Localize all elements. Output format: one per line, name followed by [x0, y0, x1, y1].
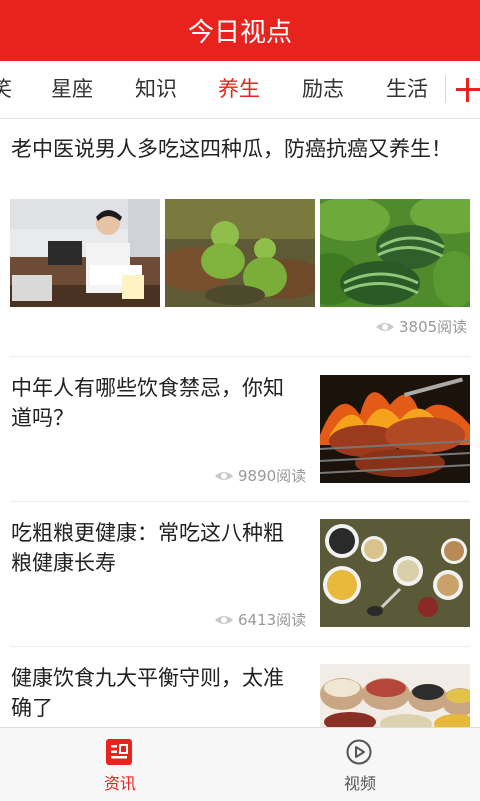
beans-sacks-photo — [320, 664, 470, 727]
article-item[interactable]: 健康饮食九大平衡守则，太准确了 — [0, 647, 480, 727]
view-count: 9890阅读 — [214, 465, 306, 486]
bottom-nav: 资讯 视频 — [0, 727, 480, 801]
tab-life[interactable]: 生活 — [386, 61, 428, 118]
tab-horoscope[interactable]: 星座 — [51, 61, 93, 118]
article-title: 吃粗粮更健康：常吃这八种粗粮健康长寿 — [11, 521, 284, 575]
bbq-meat-photo — [320, 375, 470, 483]
article-item[interactable]: 吃粗粮更健康：常吃这八种粗粮健康长寿 6413阅读 — [0, 502, 480, 646]
eye-icon — [214, 470, 234, 482]
article-item[interactable]: 老中医说男人多吃这四种瓜，防癌抗癌又养生！ 3805阅读 — [0, 118, 480, 356]
news-icon — [106, 739, 132, 765]
add-category-button[interactable] — [447, 61, 480, 118]
tab-knowledge[interactable]: 知识 — [135, 61, 177, 118]
view-count-text: 9890阅读 — [238, 467, 307, 485]
grains-bowls-photo — [320, 519, 470, 627]
view-count-text: 6413阅读 — [238, 611, 307, 629]
app-title: 今日视点 — [187, 18, 292, 48]
view-count-text: 3805阅读 — [399, 318, 468, 336]
article-item[interactable]: 中年人有哪些饮食禁忌，你知道吗？ 9890阅读 — [0, 357, 480, 501]
article-title: 中年人有哪些饮食禁忌，你知道吗？ — [11, 376, 284, 430]
nav-video[interactable]: 视频 — [240, 728, 480, 801]
play-video-icon — [346, 739, 372, 765]
view-count: 6413阅读 — [214, 609, 306, 630]
nav-video-label: 视频 — [343, 774, 376, 793]
doctor-photo — [10, 199, 160, 307]
tab-joke[interactable]: 笑 — [0, 61, 12, 118]
tab-inspiration[interactable]: 励志 — [302, 61, 344, 118]
category-tabs: 笑 星座 知识 养生 励志 生活 — [0, 61, 480, 119]
eye-icon — [214, 614, 234, 626]
gourd-photo — [165, 199, 315, 307]
eye-icon — [375, 321, 395, 333]
watermelon-photo — [320, 199, 470, 307]
view-count: 3805阅读 — [375, 316, 467, 337]
nav-news-label: 资讯 — [103, 774, 136, 793]
nav-news[interactable]: 资讯 — [0, 728, 240, 801]
app-header: 今日视点 — [0, 0, 480, 61]
article-title: 健康饮食九大平衡守则，太准确了 — [11, 666, 284, 720]
tab-divider — [445, 75, 446, 103]
article-title: 老中医说男人多吃这四种瓜，防癌抗癌又养生！ — [11, 137, 452, 161]
tab-health[interactable]: 养生 — [218, 61, 260, 118]
